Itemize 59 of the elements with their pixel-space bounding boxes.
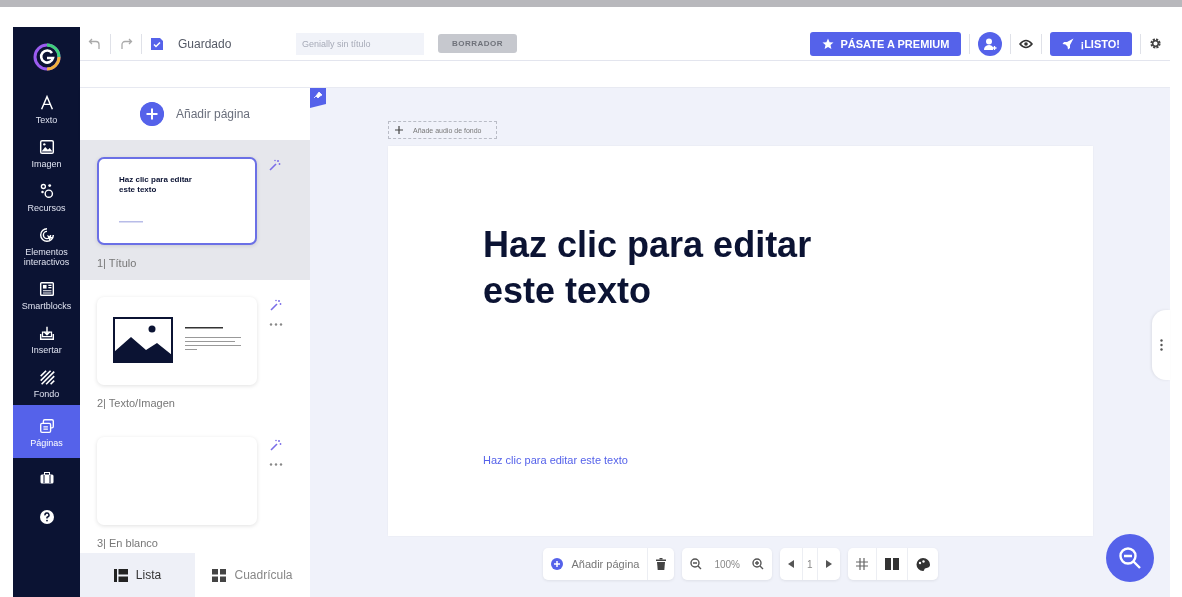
more-options-icon[interactable]	[269, 323, 283, 326]
slide-title[interactable]: Haz clic para editar este texto	[483, 222, 883, 314]
page-number: 1	[805, 558, 814, 570]
page-thumbnail[interactable]	[97, 297, 257, 385]
sidebar-item[interactable]: Texto	[13, 87, 80, 131]
zoom-out-icon	[1118, 546, 1142, 570]
insert-icon	[37, 324, 56, 342]
page-label: 3| En blanco	[97, 537, 159, 549]
plus-icon	[551, 558, 564, 570]
pin-icon[interactable]	[310, 88, 326, 108]
page-item[interactable]: 2| Texto/Imagen	[80, 280, 310, 420]
draft-badge: BORRADOR	[438, 34, 518, 53]
page-label: 1| Título	[97, 257, 138, 269]
sidebar-item[interactable]: Páginas	[13, 405, 80, 458]
logo-icon[interactable]	[31, 42, 62, 72]
side-panel-handle[interactable]	[1152, 310, 1170, 380]
grid-view-icon	[212, 568, 227, 582]
add-page-button[interactable]: Añadir página	[80, 88, 310, 140]
page-item[interactable]: 3| En blanco	[80, 420, 310, 553]
search-button[interactable]	[1106, 534, 1154, 582]
pages-icon	[37, 417, 56, 435]
premium-button[interactable]: PÁSATE A PREMIUM	[810, 31, 962, 56]
briefcase-icon[interactable]	[39, 472, 54, 484]
blocks-icon	[37, 280, 56, 298]
magic-wand-icon[interactable]	[270, 299, 282, 311]
add-user-icon[interactable]	[978, 31, 1003, 56]
image-icon	[37, 138, 56, 156]
sidebar-item[interactable]: Imagen	[13, 131, 80, 175]
sidebar-item[interactable]: Fondo	[13, 361, 80, 405]
add-page-button[interactable]: Añadir página	[543, 548, 648, 580]
sidebar-item[interactable]: Smartblocks	[13, 273, 80, 317]
zoom-level: 100%	[713, 558, 741, 570]
hatch-icon	[37, 368, 56, 386]
magic-wand-icon[interactable]	[269, 159, 281, 171]
save-status: Guardado	[178, 36, 233, 51]
plus-icon	[139, 102, 164, 126]
star-icon	[822, 37, 835, 50]
page-thumbnail[interactable]: Haz clic para editar este texto	[97, 157, 257, 245]
sidebar-item[interactable]: Insertar	[13, 317, 80, 361]
magic-wand-icon[interactable]	[270, 439, 282, 451]
help-icon[interactable]	[39, 510, 54, 524]
view-tab[interactable]: Lista	[80, 553, 195, 597]
image-placeholder-icon	[113, 317, 173, 363]
page-item[interactable]: Haz clic para editar este texto 1| Título	[80, 140, 310, 280]
subtitle-line	[119, 221, 143, 223]
ready-button[interactable]: ¡LISTO!	[1050, 31, 1132, 56]
more-options-icon[interactable]	[269, 463, 283, 466]
sidebar-item[interactable]: Recursos	[13, 175, 80, 219]
settings-icon[interactable]	[1149, 37, 1162, 50]
thumbnail-title: Haz clic para editar este texto	[119, 175, 193, 195]
list-view-icon	[113, 568, 128, 582]
preview-eye-icon[interactable]	[1019, 38, 1034, 49]
slide-subtitle[interactable]: Haz clic para editar este texto	[483, 454, 628, 466]
plus-icon	[395, 126, 403, 134]
page-label: 2| Texto/Imagen	[97, 397, 176, 409]
sidebar-item[interactable]: Elementos interactivos	[13, 219, 80, 273]
title-field[interactable]: Genially sin título	[296, 32, 424, 55]
saved-icon	[150, 36, 164, 51]
trash-icon	[656, 558, 667, 570]
